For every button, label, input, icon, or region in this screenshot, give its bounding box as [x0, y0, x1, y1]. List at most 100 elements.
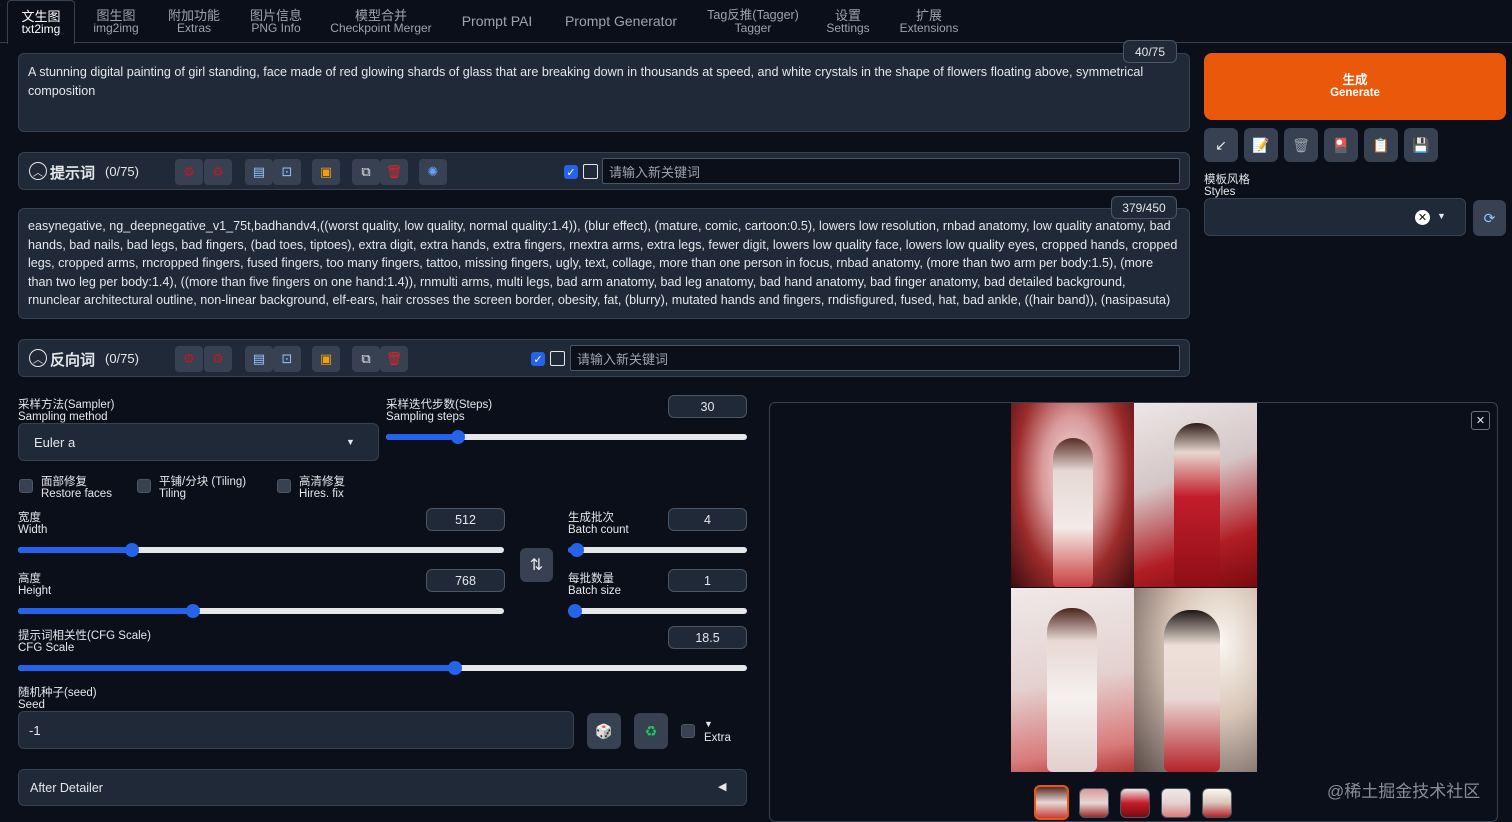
tab-extras[interactable]: 附加功能 Extras — [162, 0, 226, 43]
steps-slider[interactable] — [386, 430, 747, 444]
seed-label-en: Seed — [18, 699, 45, 711]
copy-icon[interactable]: ⧉ — [352, 159, 380, 185]
height-label-en: Height — [18, 585, 52, 597]
slider-thumb[interactable] — [570, 543, 584, 557]
tab-extensions[interactable]: 扩展 Extensions — [896, 0, 962, 43]
tab-png-info[interactable]: 图片信息 PNG Info — [243, 0, 309, 43]
copy-icon[interactable]: ⧉ — [352, 346, 380, 372]
square-icon[interactable] — [550, 351, 565, 366]
height-input[interactable]: 768 — [426, 569, 505, 592]
gallery-thumbnail[interactable] — [1120, 788, 1150, 818]
extra-checkbox[interactable] — [681, 724, 695, 738]
close-icon[interactable]: ✕ — [1471, 411, 1490, 430]
cfg-input[interactable]: 18.5 — [668, 626, 747, 649]
slider-thumb[interactable] — [448, 661, 462, 675]
triangle-down-icon: ▼ — [704, 719, 713, 729]
collapse-icon[interactable]: ︿ — [29, 349, 47, 367]
width-slider[interactable] — [18, 543, 504, 557]
extra-label[interactable]: Extra — [704, 732, 731, 744]
tab-label-zh: 文生图 — [21, 8, 61, 24]
prompt-keyword-input[interactable]: 请输入新关键词 — [602, 158, 1180, 184]
watermark: @稀土掘金技术社区 — [1327, 782, 1481, 801]
batch-size-slider[interactable] — [568, 604, 747, 618]
gallery-thumbnail[interactable] — [1161, 788, 1191, 818]
square-icon[interactable] — [583, 164, 598, 179]
slider-thumb[interactable] — [568, 604, 582, 618]
styles-label-en: Styles — [1204, 186, 1236, 198]
prompt-toolbar: ︿ 提示词 (0/75) ⚙ ⚙ ▤ ⊡ ▣ ⧉ 🗑 ✺ ✓ 请输入新关键词 — [18, 152, 1190, 190]
cfg-slider[interactable] — [18, 661, 747, 675]
tab-label-zh: 图片信息 — [249, 7, 302, 23]
generated-image[interactable] — [1134, 403, 1257, 587]
after-detailer-accordion[interactable]: After Detailer ◀ — [18, 769, 747, 806]
generate-button[interactable]: 生成 Generate — [1204, 53, 1506, 120]
clear-icon[interactable]: ✕ — [1415, 210, 1430, 225]
tiling-checkbox[interactable] — [137, 479, 151, 493]
steps-input[interactable]: 30 — [668, 395, 747, 418]
negative-toolbar: ︿ 反向词 (0/75) ⚙ ⚙ ▤ ⊡ ▣ ⧉ 🗑 ✓ 请输入新关键词 — [18, 339, 1190, 377]
generated-image[interactable] — [1011, 403, 1134, 587]
clipboard-icon[interactable]: 📋 — [1364, 128, 1398, 162]
prompt-keyword-checkbox[interactable]: ✓ — [564, 165, 578, 179]
delete-icon[interactable]: 🗑 — [380, 346, 408, 372]
styles-select[interactable]: ✕ ▼ — [1204, 198, 1466, 236]
bookmark-icon[interactable]: ⊡ — [273, 346, 301, 372]
arrow-down-left-icon[interactable]: ↙ — [1204, 128, 1238, 162]
text-box-icon[interactable]: ▣ — [312, 346, 340, 372]
save-icon[interactable]: 💾 — [1404, 128, 1438, 162]
tab-label-en: img2img — [93, 20, 139, 35]
openai-icon[interactable]: ✺ — [419, 159, 447, 185]
batch-size-input[interactable]: 1 — [668, 569, 747, 592]
tab-prompt-pai[interactable]: Prompt PAI — [454, 0, 540, 43]
tab-label-zh: 设置 — [834, 7, 861, 23]
tab-txt2img[interactable]: 文生图 txt2img — [7, 0, 75, 44]
red-gear-icon[interactable]: ⚙ — [175, 159, 203, 185]
tab-prompt-generator[interactable]: Prompt Generator — [558, 0, 684, 43]
tab-checkpoint-merger[interactable]: 模型合并 Checkpoint Merger — [328, 0, 434, 43]
generated-image[interactable] — [1011, 588, 1134, 772]
batch-count-input[interactable]: 4 — [668, 508, 747, 531]
gallery-thumbnail[interactable] — [1034, 785, 1069, 820]
negative-prompt-textarea[interactable]: easynegative, ng_deepnegative_v1_75t,bad… — [18, 208, 1190, 319]
prompt-textarea[interactable]: A stunning digital painting of girl stan… — [18, 53, 1190, 132]
recycle-icon[interactable]: ♻ — [634, 713, 668, 749]
trash-icon[interactable]: 🗑 — [1284, 128, 1318, 162]
negative-toolbar-count: (0/75) — [105, 351, 139, 366]
refresh-icon[interactable]: ⟳ — [1473, 200, 1506, 236]
translate-icon[interactable]: ▤ — [245, 346, 273, 372]
gallery-thumbnail[interactable] — [1079, 788, 1109, 818]
restore-faces-checkbox[interactable] — [19, 479, 33, 493]
bookmark-icon[interactable]: ⊡ — [273, 159, 301, 185]
collapse-icon[interactable]: ︿ — [29, 162, 47, 180]
dice-icon[interactable]: 🎲 — [587, 713, 621, 749]
batch-size-label-zh: 每批数量 — [568, 573, 614, 585]
generated-image[interactable] — [1134, 588, 1257, 772]
slider-thumb[interactable] — [451, 430, 465, 444]
swap-dimensions-icon[interactable]: ⇅ — [520, 548, 553, 582]
slider-thumb[interactable] — [186, 604, 200, 618]
paste-icon[interactable]: 📝 — [1244, 128, 1278, 162]
red-card-icon[interactable]: 🎴 — [1324, 128, 1358, 162]
dropdown-icon[interactable]: ▼ — [1437, 211, 1446, 221]
sampler-select[interactable]: Euler a ▼ — [18, 423, 379, 461]
tiling-label-en: Tiling — [159, 488, 187, 500]
width-input[interactable]: 512 — [426, 508, 505, 531]
slider-thumb[interactable] — [125, 543, 139, 557]
negative-keyword-checkbox[interactable]: ✓ — [531, 352, 545, 366]
delete-icon[interactable]: 🗑 — [380, 159, 408, 185]
hires-fix-checkbox[interactable] — [277, 479, 291, 493]
negative-keyword-input[interactable]: 请输入新关键词 — [570, 345, 1180, 371]
text-box-icon[interactable]: ▣ — [312, 159, 340, 185]
gallery-thumbnail[interactable] — [1202, 788, 1232, 818]
height-slider[interactable] — [18, 604, 504, 618]
tab-settings[interactable]: 设置 Settings — [820, 0, 876, 43]
tab-tagger[interactable]: Tag反推(Tagger) Tagger — [704, 0, 802, 43]
red-gear-icon[interactable]: ⚙ — [175, 346, 203, 372]
batch-count-slider[interactable] — [568, 543, 747, 557]
seed-input[interactable]: -1 — [18, 711, 574, 749]
negative-token-counter: 379/450 — [1111, 196, 1177, 219]
red-gear-icon[interactable]: ⚙ — [204, 346, 232, 372]
translate-icon[interactable]: ▤ — [245, 159, 273, 185]
tab-img2img[interactable]: 图生图 img2img — [86, 0, 146, 43]
red-gear-icon[interactable]: ⚙ — [204, 159, 232, 185]
